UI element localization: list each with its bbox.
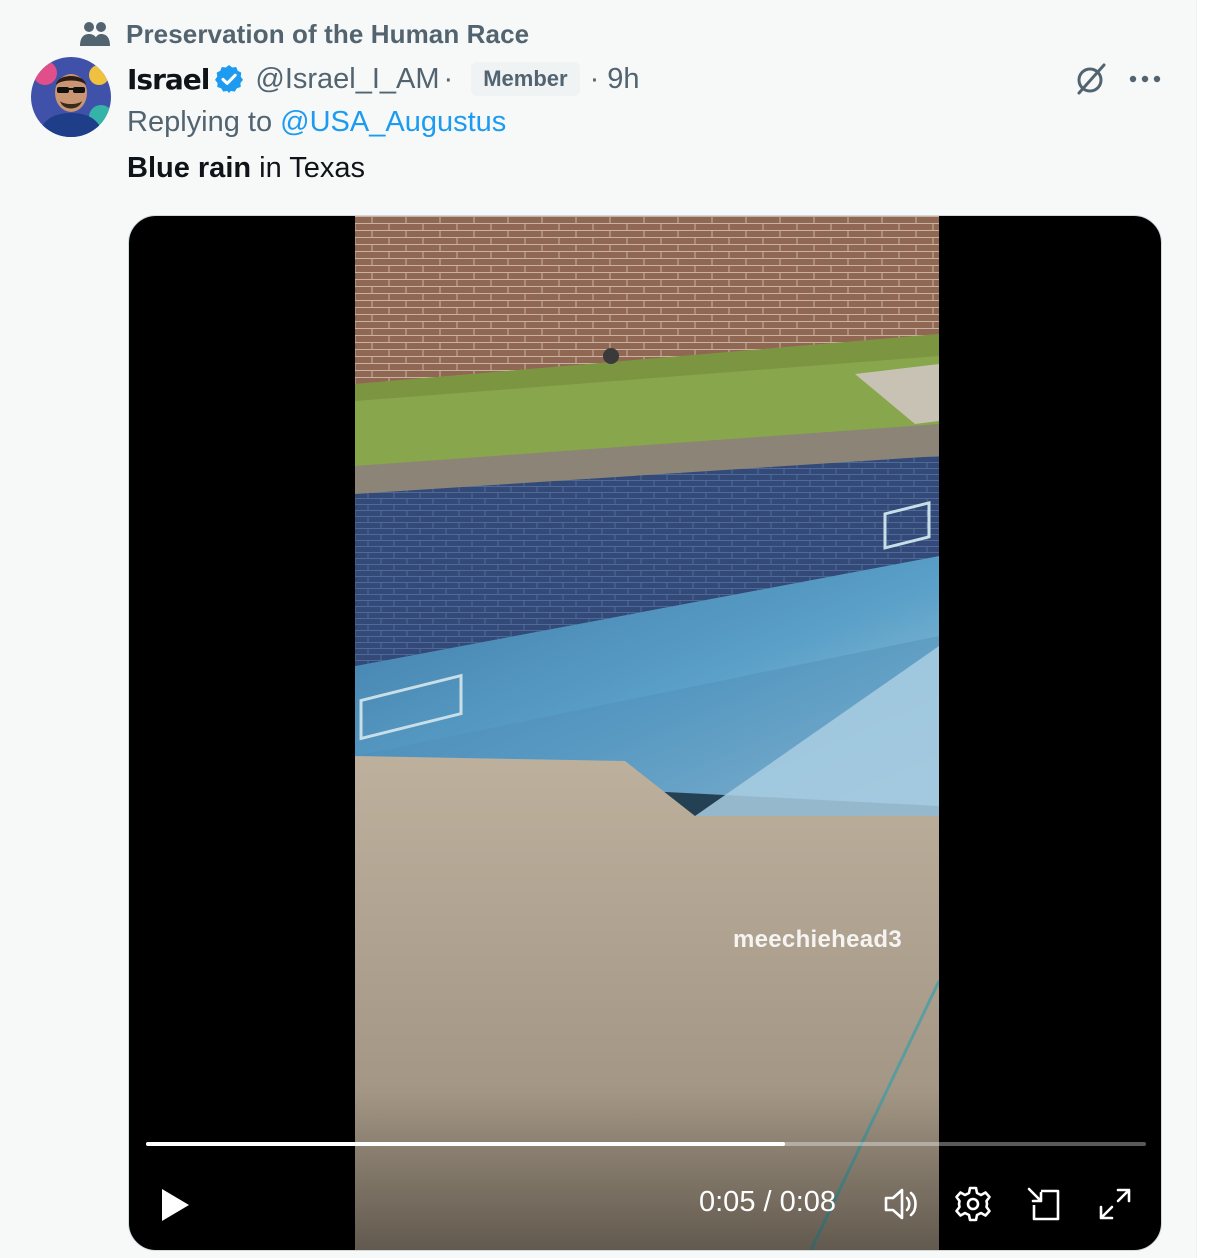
tweet-timestamp[interactable]: · 9h [590, 63, 640, 96]
video-watermark: meechiehead3 [733, 926, 903, 953]
progress-bar[interactable] [146, 1142, 1146, 1146]
play-icon[interactable] [155, 1183, 195, 1227]
community-people-icon [78, 19, 112, 49]
verified-badge-icon[interactable] [213, 62, 247, 96]
fullscreen-icon[interactable] [1094, 1182, 1136, 1226]
tweet-header: Israel @Israel_I_AM · Member · 9h [127, 58, 640, 100]
more-dots-icon[interactable] [1124, 58, 1166, 100]
tweet-text-rest: in Texas [251, 152, 366, 184]
grok-icon[interactable] [1070, 58, 1112, 100]
video-time-readout: 0:05 / 0:08 [699, 1186, 837, 1218]
picture-in-picture-icon[interactable] [1023, 1182, 1065, 1226]
video-player[interactable]: meechiehead3 0:05 / 0:08 [128, 215, 1162, 1251]
community-context[interactable]: Preservation of the Human Race [78, 18, 529, 50]
author-handle[interactable]: @Israel_I_AM [255, 63, 439, 96]
settings-gear-icon[interactable] [952, 1182, 994, 1226]
tweet-text-bold: Blue rain [127, 152, 252, 184]
avatar[interactable] [31, 57, 111, 137]
author-display-name[interactable]: Israel [127, 63, 210, 96]
member-badge: Member [471, 62, 580, 96]
replying-to-handle-link[interactable]: @USA_Augustus [280, 106, 506, 138]
replying-to-prefix: Replying to [127, 106, 273, 138]
community-name[interactable]: Preservation of the Human Race [126, 19, 529, 50]
controls-overlay [129, 1090, 1161, 1250]
header-separator: · [443, 62, 454, 95]
page-right-edge [1196, 0, 1208, 1258]
replying-to: Replying to @USA_Augustus [127, 106, 506, 139]
tweet-text: Blue rain in Texas [127, 152, 365, 185]
volume-icon[interactable] [881, 1182, 923, 1226]
progress-fill [146, 1142, 785, 1146]
